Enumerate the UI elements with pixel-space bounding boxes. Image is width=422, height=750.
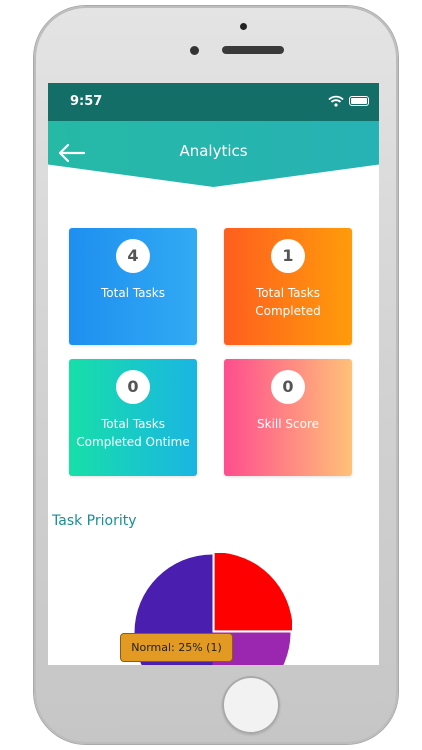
home-button[interactable] xyxy=(222,676,280,734)
card-value: 0 xyxy=(271,370,305,404)
section-title-task-priority: Task Priority xyxy=(52,513,137,529)
card-value: 4 xyxy=(116,239,150,273)
wifi-icon xyxy=(328,95,344,107)
battery-icon xyxy=(349,96,369,106)
status-icons xyxy=(328,95,369,107)
card-value: 1 xyxy=(271,239,305,273)
card-total-tasks[interactable]: 4 Total Tasks xyxy=(69,228,197,345)
card-skill-score[interactable]: 0 Skill Score xyxy=(224,359,352,476)
card-label: Total Tasks Completed Ontime xyxy=(76,417,190,449)
card-completed-ontime[interactable]: 0 Total Tasks Completed Ontime xyxy=(69,359,197,476)
page-title: Analytics xyxy=(179,142,248,160)
card-label: Total Tasks Completed xyxy=(255,286,321,318)
status-bar: 9:57 xyxy=(48,83,379,121)
card-label: Skill Score xyxy=(257,417,319,431)
earpiece-speaker xyxy=(222,46,284,54)
app-screen: 9:57 Analytics 4 Total Tasks 1 Total Tas… xyxy=(48,83,379,665)
card-value: 0 xyxy=(116,370,150,404)
pie-slice-0[interactable] xyxy=(214,553,292,631)
card-total-tasks-completed[interactable]: 1 Total Tasks Completed xyxy=(224,228,352,345)
card-label: Total Tasks xyxy=(101,286,165,300)
app-bar: Analytics xyxy=(48,121,379,187)
front-camera xyxy=(240,23,247,30)
status-time: 9:57 xyxy=(70,94,103,109)
chart-tooltip: Normal: 25% (1) xyxy=(120,633,233,662)
proximity-sensor xyxy=(190,46,199,55)
